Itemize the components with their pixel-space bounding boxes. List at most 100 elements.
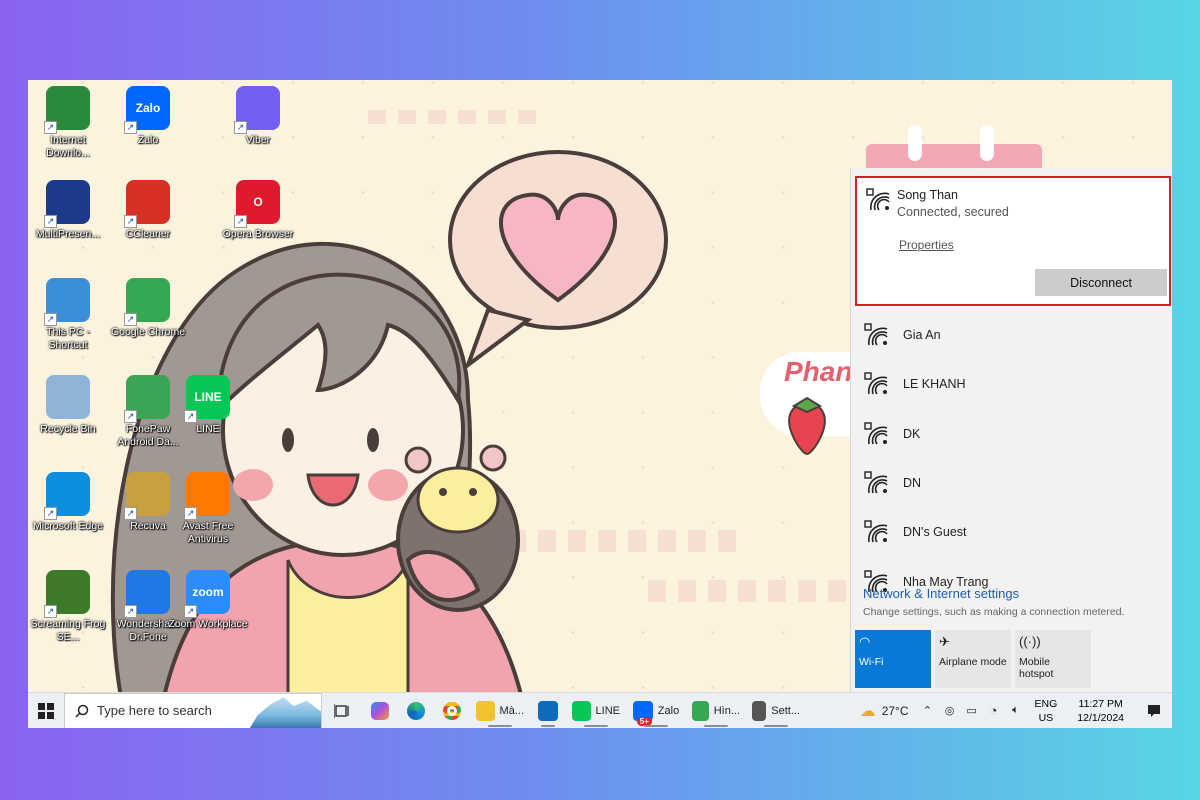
- desktop-icon-label: Zoom Workplace: [168, 618, 248, 630]
- wifi-network-item[interactable]: DN: [851, 460, 1172, 506]
- notifications-button[interactable]: [1136, 693, 1172, 729]
- screaming-frog-icon: ↗: [44, 570, 90, 618]
- desktop-icon-label: Zalo: [137, 134, 159, 146]
- tray-battery-button[interactable]: ▭: [961, 693, 983, 729]
- recycle-bin-icon: [46, 375, 90, 419]
- desktop-icon-chrome[interactable]: ↗ Google Chrome: [111, 278, 185, 339]
- recuva-icon: ↗: [124, 472, 170, 520]
- desktop-icon-line[interactable]: LINE ↗ LINE: [172, 375, 244, 436]
- wifi-network-name: DK: [903, 426, 921, 441]
- zalo-icon: Zalo ↗: [124, 86, 170, 134]
- desktop-icon-label: Internet Downlo...: [46, 134, 90, 159]
- settings-icon: [752, 700, 767, 721]
- quick-action-hotspot[interactable]: ((·)) Mobile hotspot: [1015, 630, 1091, 688]
- edge-icon: ↗: [44, 472, 90, 520]
- shortcut-arrow-icon: ↗: [124, 215, 137, 228]
- language-indicator[interactable]: ENG US: [1027, 693, 1066, 729]
- search-icon: [75, 704, 89, 718]
- taskbar-clock[interactable]: 11:27 PM 12/1/2024: [1065, 693, 1136, 729]
- desktop-icon-multipresenter[interactable]: ↗ MultiPresen...: [32, 180, 104, 241]
- taskbar-app-label: Zalo: [657, 704, 680, 717]
- internet-download-manager-icon: ↗: [44, 86, 90, 134]
- wifi-network-name: DN: [903, 475, 922, 490]
- wifi-icon: ◔: [989, 703, 998, 718]
- wifi-network-name: Gia An: [903, 328, 941, 342]
- tray-meet-button[interactable]: ◎: [939, 693, 961, 729]
- desktop-icon-ccleaner[interactable]: ↗ CCleaner: [112, 180, 184, 241]
- copilot-button[interactable]: [362, 693, 398, 729]
- notification-icon: [1148, 704, 1160, 717]
- desktop-icon-opera[interactable]: O ↗ Opera Browser: [222, 180, 294, 241]
- wifi-network-item[interactable]: DN's Guest: [851, 509, 1172, 555]
- line-icon: [572, 700, 591, 721]
- icon-glyph: zoom: [192, 585, 224, 599]
- network-properties-link[interactable]: Properties: [899, 238, 954, 252]
- desktop-icon-label: Recycle Bin: [40, 423, 96, 435]
- desktop-icon-edge[interactable]: ↗ Microsoft Edge: [32, 472, 104, 533]
- language-region: US: [1038, 711, 1054, 724]
- desktop-icon-label: Screaming Frog SE...: [30, 618, 106, 643]
- edge-taskbar-button[interactable]: [398, 693, 434, 729]
- taskbar-app-file-explorer[interactable]: Mà...: [470, 693, 530, 729]
- wifi-network-item[interactable]: DK: [851, 411, 1172, 457]
- desktop-icon-zalo[interactable]: Zalo ↗ Zalo: [112, 86, 184, 147]
- search-input[interactable]: [97, 703, 247, 718]
- quick-action-airplane[interactable]: ✈ Airplane mode: [935, 630, 1011, 688]
- taskbar-app-label: LINE: [595, 704, 620, 717]
- multipresenter-icon: ↗: [44, 180, 90, 228]
- chevron-up-icon: ⌃: [922, 705, 933, 717]
- weather-widget[interactable]: ☁ 27°C: [852, 693, 917, 729]
- tray-volume-button[interactable]: 🔈︎: [1005, 693, 1027, 729]
- wifi-network-item[interactable]: LE KHANH: [851, 361, 1172, 407]
- taskbar-app-label: Mà...: [499, 704, 524, 717]
- zalo-icon: 5+: [632, 700, 653, 726]
- wifi-flyout: Song Than Connected, secured Properties …: [850, 168, 1172, 692]
- quick-action-wifi[interactable]: ◠ Wi-Fi: [855, 630, 931, 688]
- active-network-card[interactable]: Song Than Connected, secured Properties …: [855, 176, 1171, 306]
- notification-badge: 5+: [636, 716, 652, 726]
- desktop-icon-screaming-frog[interactable]: ↗ Screaming Frog SE...: [31, 570, 105, 644]
- shortcut-arrow-icon: ↗: [234, 121, 247, 134]
- shortcut-arrow-icon: ↗: [124, 507, 137, 520]
- taskbar-app-chrome[interactable]: Hìn...: [686, 693, 746, 729]
- clock-time: 11:27 PM: [1078, 697, 1123, 710]
- taskbar-search[interactable]: [64, 692, 322, 728]
- taskbar-app-settings[interactable]: Sett...: [746, 693, 806, 729]
- chrome-icon: [692, 700, 709, 721]
- opera-icon: O ↗: [234, 180, 280, 228]
- desktop-icon-recycle-bin[interactable]: Recycle Bin: [32, 375, 104, 436]
- shortcut-arrow-icon: ↗: [184, 605, 197, 618]
- desktop-icon-label: This PC - Shortcut: [46, 326, 90, 351]
- taskbar-app-label: Hìn...: [713, 704, 740, 717]
- taskbar: Mà...LINE5+ZaloHìn...Sett... ☁ 27°C ⌃ ◎ …: [28, 692, 1172, 728]
- desktop-icon-viber[interactable]: ↗ Viber: [222, 86, 294, 147]
- taskbar-app-line[interactable]: LINE: [566, 693, 626, 729]
- language-code: ENG: [1034, 697, 1058, 710]
- taskbar-app-outlook[interactable]: [530, 693, 566, 729]
- shortcut-arrow-icon: ↗: [44, 605, 57, 618]
- task-view-button[interactable]: [322, 693, 362, 729]
- taskbar-app-zalo[interactable]: 5+ Zalo: [626, 693, 686, 729]
- desktop-icon-internet-download-manager[interactable]: ↗ Internet Downlo...: [32, 86, 104, 160]
- disconnect-button[interactable]: Disconnect: [1035, 269, 1167, 296]
- ccleaner-icon: ↗: [124, 180, 170, 228]
- shortcut-arrow-icon: ↗: [124, 121, 137, 134]
- network-settings-link[interactable]: Network & Internet settings: [863, 586, 1019, 601]
- show-hidden-icons-button[interactable]: ⌃: [917, 693, 939, 729]
- wallpaper-calendar-ring: [980, 125, 994, 161]
- webcam-icon: ◎: [944, 705, 955, 717]
- windows-logo-icon: [38, 702, 54, 719]
- hotspot-icon: ((·)): [1019, 634, 1041, 649]
- icon-glyph: LINE: [194, 390, 222, 404]
- chrome-taskbar-button[interactable]: [434, 693, 470, 729]
- shortcut-arrow-icon: ↗: [124, 313, 137, 326]
- desktop-icon-zoom[interactable]: zoom ↗ Zoom Workplace: [168, 570, 248, 631]
- desktop-icon-avast[interactable]: ↗ Avast Free Antivirus: [172, 472, 244, 546]
- tray-network-button[interactable]: ◔: [983, 693, 1005, 729]
- wifi-network-item[interactable]: Gia An: [851, 312, 1172, 358]
- drfone-icon: ↗: [124, 570, 170, 618]
- copilot-icon: [371, 701, 389, 720]
- start-button[interactable]: [28, 693, 64, 729]
- desktop-icon-this-pc[interactable]: ↗ This PC - Shortcut: [32, 278, 104, 352]
- shortcut-arrow-icon: ↗: [124, 605, 137, 618]
